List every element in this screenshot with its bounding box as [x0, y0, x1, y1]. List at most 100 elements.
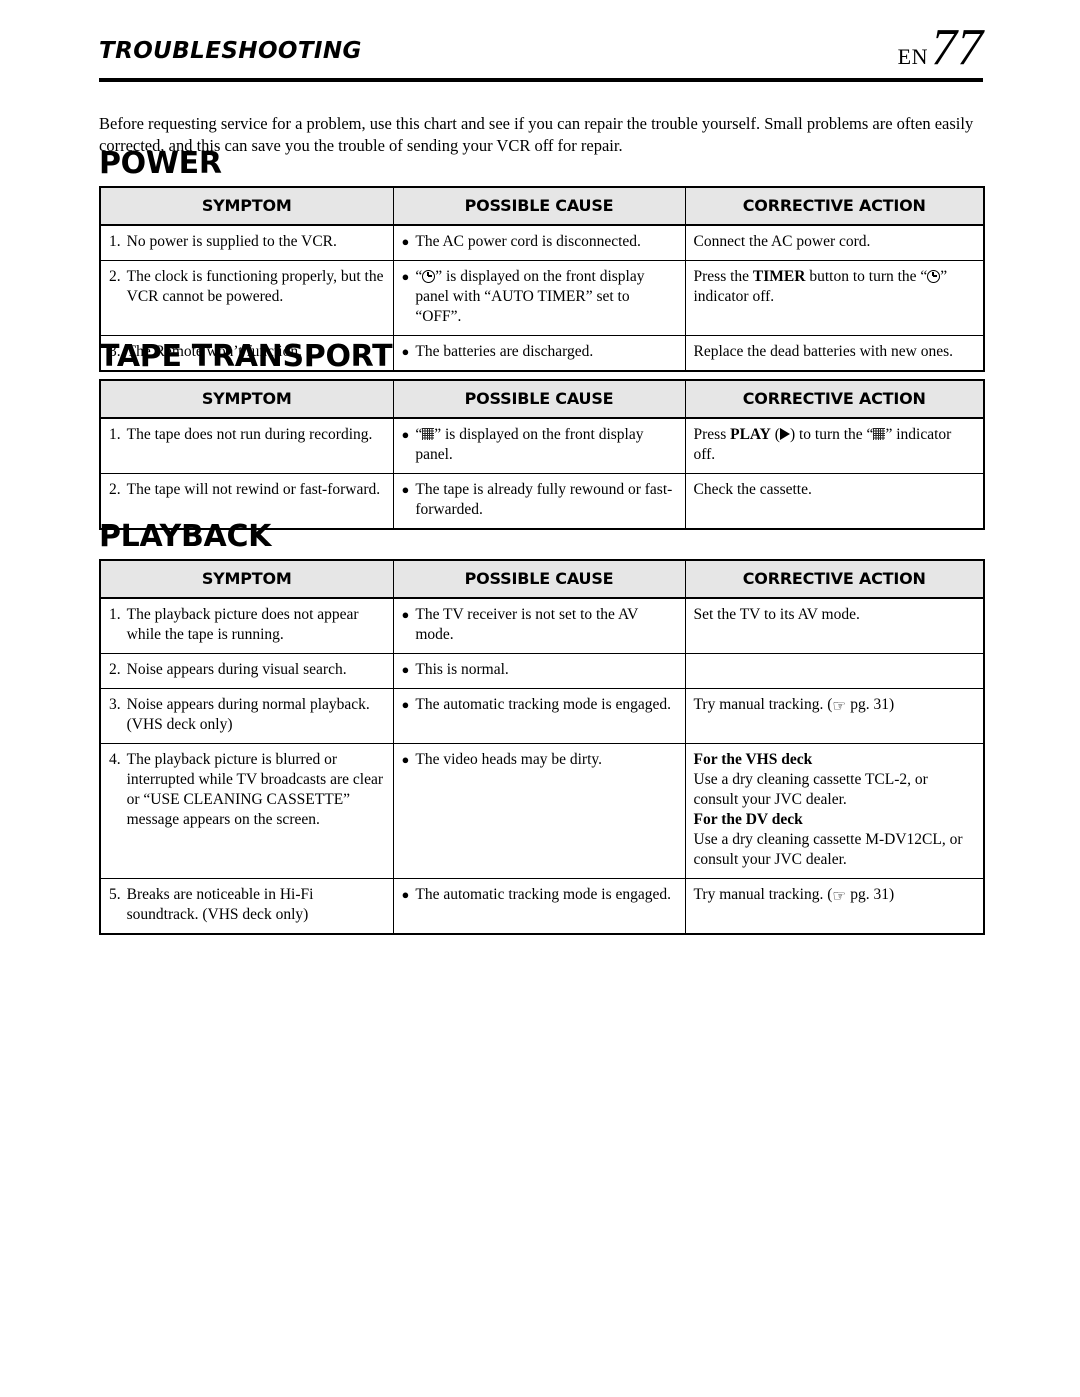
symptom-text: The clock is functioning properly, but t…	[126, 267, 384, 305]
bullet-icon: ●	[401, 606, 410, 622]
cell-symptom: 2. Noise appears during visual search.	[99, 652, 394, 689]
table-row: 1. The tape does not run during recordin…	[99, 417, 985, 474]
column-header-symptom: SYMPTOM	[99, 559, 394, 599]
page-number: 77	[931, 19, 983, 76]
cause-text: The video heads may be dirty.	[415, 750, 603, 768]
column-header-corrective-action: CORRECTIVE ACTION	[684, 379, 985, 419]
column-header-corrective-action: CORRECTIVE ACTION	[684, 559, 985, 599]
cell-corrective-action: Try manual tracking. (☞ pg. 31)	[684, 877, 985, 934]
document-page: TROUBLESHOOTING EN 77 Before requesting …	[0, 0, 1080, 1397]
action-text: Try manual tracking. (☞ pg. 31)	[693, 695, 895, 715]
cell-possible-cause: ● The automatic tracking mode is engaged…	[392, 877, 686, 934]
cell-corrective-action: Set the TV to its AV mode.	[684, 597, 985, 654]
cell-possible-cause: ● The AC power cord is disconnected.	[392, 224, 686, 261]
quote-open: “	[415, 425, 423, 443]
action-suffix: pg. 31)	[846, 695, 895, 713]
action-text: Set the TV to its AV mode.	[693, 605, 860, 623]
pointing-hand-icon: ☞	[832, 697, 847, 715]
cause-text: “” is displayed on the front display pan…	[415, 267, 676, 327]
pointing-hand-icon: ☞	[832, 887, 847, 905]
column-header-corrective-action: CORRECTIVE ACTION	[684, 186, 985, 226]
bullet-icon: ●	[401, 481, 410, 497]
action-prefix: Press	[693, 425, 731, 443]
table-row: 4. The playback picture is blurred or in…	[99, 742, 985, 879]
row-number: 4.	[109, 750, 121, 768]
cause-text: The TV receiver is not set to the AV mod…	[415, 605, 639, 643]
section-title-power: POWER	[99, 146, 222, 181]
cell-corrective-action: Try manual tracking. (☞ pg. 31)	[684, 687, 985, 744]
action-text: Press PLAY () to turn the “” indicator o…	[694, 426, 952, 463]
cell-corrective-action: Connect the AC power cord.	[684, 224, 985, 261]
action-text: Connect the AC power cord.	[693, 232, 871, 250]
bullet-icon: ●	[401, 661, 410, 677]
cell-possible-cause: ● “” is displayed on the front display p…	[392, 417, 686, 474]
cause-text-rest: ” is displayed on the front display pane…	[415, 267, 645, 325]
page-folio: EN 77	[898, 22, 983, 74]
symptom-text: The tape will not rewind or fast-forward…	[126, 480, 381, 498]
action-middle: button to turn the “	[805, 267, 928, 285]
quote-open: “	[415, 267, 423, 285]
table-row: 3. Noise appears during normal playback.…	[99, 687, 985, 744]
row-number: 3.	[109, 695, 121, 713]
tape-indicator-icon	[873, 428, 886, 440]
table-row: 2. Noise appears during visual search. ●…	[99, 652, 985, 689]
timer-button-label: TIMER	[752, 267, 806, 285]
symptom-text: No power is supplied to the VCR.	[126, 232, 337, 250]
row-number: 2.	[109, 480, 121, 498]
folio-language: EN	[897, 44, 928, 69]
table-header-row: SYMPTOM POSSIBLE CAUSE CORRECTIVE ACTION	[99, 559, 985, 599]
action-subheading-dv: For the DV deck	[693, 810, 803, 828]
row-number: 1.	[109, 425, 121, 443]
symptom-text: The tape does not run during recording.	[126, 425, 373, 443]
row-number: 5.	[109, 885, 121, 903]
cell-possible-cause: ● “” is displayed on the front display p…	[392, 259, 686, 336]
table-row: 1. The playback picture does not appear …	[99, 597, 985, 654]
bullet-icon: ●	[401, 233, 410, 249]
troubleshooting-table-tape-transport: SYMPTOM POSSIBLE CAUSE CORRECTIVE ACTION…	[99, 378, 985, 530]
table-header-row: SYMPTOM POSSIBLE CAUSE CORRECTIVE ACTION	[99, 186, 985, 226]
action-body-vhs: Use a dry cleaning cassette TCL-2, or co…	[693, 770, 928, 808]
cell-symptom: 5. Breaks are noticeable in Hi-Fi soundt…	[99, 877, 394, 934]
bullet-icon: ●	[401, 751, 410, 767]
header-divider-rule	[99, 78, 983, 82]
row-number: 2.	[109, 660, 121, 678]
action-body-dv: Use a dry cleaning cassette M-DV12CL, or…	[693, 830, 963, 868]
row-number: 1.	[109, 605, 121, 623]
row-number: 2.	[109, 267, 121, 285]
section-title-playback: PLAYBACK	[99, 519, 272, 554]
cause-text: The automatic tracking mode is engaged.	[415, 885, 672, 903]
cell-corrective-action: For the VHS deck Use a dry cleaning cass…	[684, 742, 985, 879]
symptom-text: The playback picture is blurred or inter…	[126, 750, 383, 828]
section-power: POWER SYMPTOM POSSIBLE CAUSE CORRECTIVE …	[99, 146, 985, 372]
symptom-text: Noise appears during visual search.	[126, 660, 347, 678]
action-middle: (	[770, 425, 780, 443]
cell-possible-cause: ● This is normal.	[392, 652, 686, 689]
cell-possible-cause: ● The automatic tracking mode is engaged…	[392, 687, 686, 744]
action-middle-2: ) to turn the “	[789, 425, 874, 443]
action-text: Check the cassette.	[693, 480, 812, 498]
play-button-label: PLAY	[730, 425, 771, 443]
column-header-possible-cause: POSSIBLE CAUSE	[392, 379, 686, 419]
table-row: 5. Breaks are noticeable in Hi-Fi soundt…	[99, 877, 985, 934]
bullet-icon: ●	[401, 426, 410, 442]
cause-text: This is normal.	[415, 660, 509, 678]
action-prefix: Press the	[693, 267, 753, 285]
column-header-possible-cause: POSSIBLE CAUSE	[392, 559, 686, 599]
symptom-text: The playback picture does not appear whi…	[126, 605, 359, 643]
cell-symptom: 1. No power is supplied to the VCR.	[99, 224, 394, 261]
cause-text-rest: ” is displayed on the front display pane…	[415, 425, 644, 463]
symptom-text: Noise appears during normal playback. (V…	[126, 695, 370, 733]
cell-corrective-action: Press PLAY () to turn the “” indicator o…	[684, 417, 985, 474]
section-tape-transport: TAPE TRANSPORT SYMPTOM POSSIBLE CAUSE CO…	[99, 341, 985, 530]
action-prefix: Try manual tracking. (	[693, 695, 833, 713]
timer-clock-icon	[422, 269, 436, 283]
action-text: Press the TIMER button to turn the “” in…	[694, 268, 948, 305]
action-text: Try manual tracking. (☞ pg. 31)	[694, 886, 895, 905]
cell-possible-cause: ● The TV receiver is not set to the AV m…	[392, 597, 686, 654]
bullet-icon: ●	[401, 886, 410, 902]
tape-indicator-icon	[422, 428, 435, 440]
column-header-possible-cause: POSSIBLE CAUSE	[392, 186, 686, 226]
timer-clock-icon	[927, 269, 941, 283]
cause-text: “” is displayed on the front display pan…	[415, 425, 676, 465]
cell-symptom: 1. The playback picture does not appear …	[99, 597, 394, 654]
